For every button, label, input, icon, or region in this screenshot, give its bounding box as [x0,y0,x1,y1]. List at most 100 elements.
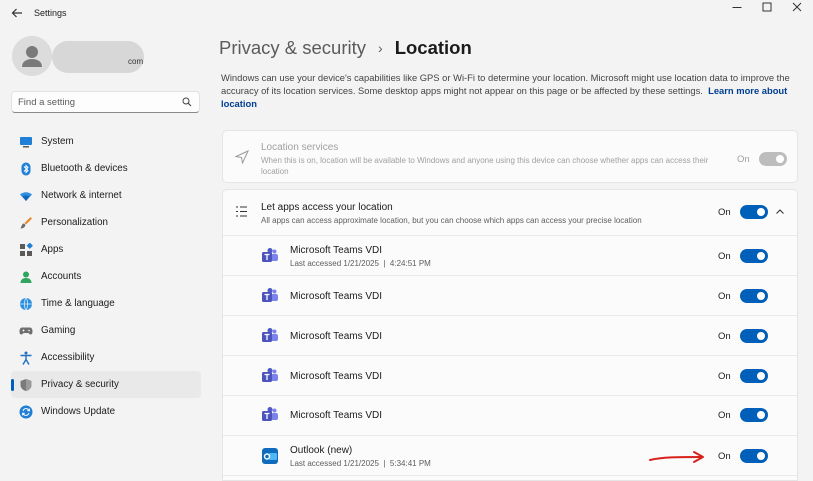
breadcrumb-separator: › [378,40,383,56]
sidebar-item-label: Accessibility [41,352,95,363]
location-services-title: Location services [261,142,339,153]
sidebar-nav: System Bluetooth & devices Network & int… [11,128,201,425]
app-name: Microsoft Teams VDI [290,410,383,421]
apps-access-subtitle: All apps can access approximate location… [261,216,642,225]
sidebar-item-personalization[interactable]: Personalization [11,209,201,236]
sidebar-item-label: Gaming [41,325,76,336]
bluetooth-icon [19,162,33,176]
sidebar-item-gaming[interactable]: Gaming [11,317,201,344]
teams-icon [261,247,279,265]
divider [223,475,797,476]
account-email: com [128,57,144,66]
sidebar-item-accessibility[interactable]: Accessibility [11,344,201,371]
sidebar-item-label: Personalization [41,217,108,228]
app-name: Microsoft Teams VDI [290,331,383,342]
brush-icon [19,216,33,230]
app-toggle-state: On [718,371,731,382]
teams-icon [261,367,279,385]
sidebar-item-label: Accounts [41,271,82,282]
sidebar-item-time-language[interactable]: Time & language [11,290,201,317]
divider [223,355,797,356]
apps-access-state: On [718,207,731,218]
sidebar-item-label: Privacy & security [41,379,119,390]
outlook-icon [261,447,279,465]
sidebar-item-system[interactable]: System [11,128,201,155]
apps-access-toggle[interactable] [740,205,768,219]
app-last-accessed: Last accessed 1/21/2025 | 4:24:51 PM [290,259,431,268]
close-button[interactable] [779,0,813,14]
app-title: Settings [34,8,67,18]
user-profile[interactable]: com [12,36,202,78]
search-input[interactable] [18,95,178,109]
minimize-icon [732,7,742,8]
location-services-subtitle: When this is on, location will be availa… [261,156,709,176]
teams-icon [261,287,279,305]
back-arrow-icon[interactable] [10,6,26,22]
divider [223,275,797,276]
title-bar: Settings [0,0,813,28]
close-icon [792,2,802,12]
sidebar-item-label: Apps [41,244,64,255]
app-location-toggle[interactable] [740,408,768,422]
sidebar-item-label: System [41,136,74,147]
search-icon[interactable] [182,97,192,107]
app-toggle-state: On [718,410,731,421]
app-location-toggle[interactable] [740,329,768,343]
app-name: Microsoft Teams VDI [290,245,383,256]
app-last-accessed: Last accessed 1/21/2025 | 5:34:41 PM [290,459,431,468]
sidebar-item-label: Time & language [41,298,115,309]
sidebar-item-privacy-security[interactable]: Privacy & security [11,371,201,398]
sidebar-item-windows-update[interactable]: Windows Update [11,398,201,425]
sidebar-item-network[interactable]: Network & internet [11,182,201,209]
search-box[interactable] [11,91,200,113]
person-avatar-icon [12,36,52,76]
app-location-toggle[interactable] [740,369,768,383]
app-toggle-state: On [718,251,731,262]
divider [223,235,797,236]
shield-icon [19,378,33,392]
maximize-icon [762,2,772,12]
app-location-toggle[interactable] [740,449,768,463]
app-toggle-state: On [718,451,731,462]
breadcrumb-parent-link[interactable]: Privacy & security [219,37,366,59]
update-icon [19,405,33,419]
sidebar-item-label: Windows Update [41,406,116,417]
monitor-icon [19,135,33,149]
wifi-icon [19,189,33,203]
globe-clock-icon [19,297,33,311]
app-location-toggle[interactable] [740,249,768,263]
page-title: Location [394,37,472,58]
teams-icon [261,327,279,345]
teams-icon [261,406,279,424]
apps-icon [19,242,33,257]
app-name: Microsoft Teams VDI [290,291,383,302]
avatar [12,36,52,76]
divider [223,395,797,396]
gamepad-icon [19,324,33,338]
location-services-toggle[interactable] [759,152,787,166]
sidebar-item-accounts[interactable]: Accounts [11,263,201,290]
app-toggle-state: On [718,291,731,302]
list-icon [236,206,247,217]
breadcrumb: Privacy & security › Location [219,36,472,60]
chevron-up-icon[interactable] [775,207,785,217]
sidebar-item-bluetooth[interactable]: Bluetooth & devices [11,155,201,182]
app-location-toggle[interactable] [740,289,768,303]
page-description: Windows can use your device's capabiliti… [221,71,801,110]
apps-access-title: Let apps access your location [261,202,393,213]
app-name: Outlook (new) [290,445,353,456]
location-services-card: Location services When this is on, locat… [222,130,798,183]
app-toggle-state: On [718,331,731,342]
sidebar-item-label: Bluetooth & devices [41,163,128,174]
accessibility-icon [19,351,33,365]
annotation-arrow-icon [649,451,704,463]
app-name: Microsoft Teams VDI [290,371,383,382]
divider [223,435,797,436]
divider [223,315,797,316]
sidebar-item-label: Network & internet [41,190,122,201]
location-arrow-icon [235,150,249,164]
apps-access-card: Let apps access your location All apps c… [222,189,798,481]
person-icon [19,270,33,284]
location-services-state: On [737,154,750,165]
sidebar-item-apps[interactable]: Apps [11,236,201,263]
